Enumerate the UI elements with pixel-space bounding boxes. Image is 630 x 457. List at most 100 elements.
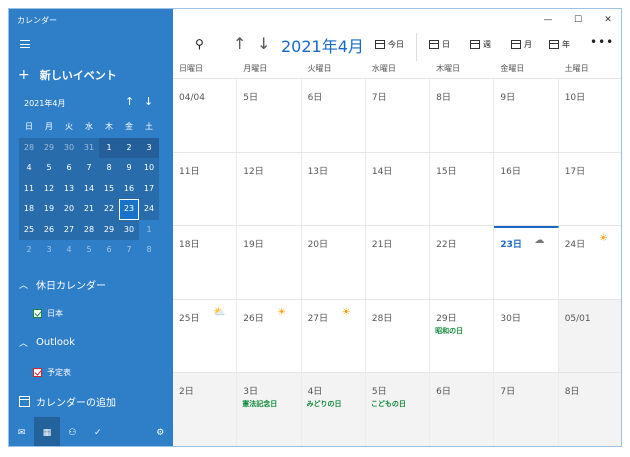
mini-day-cell[interactable]: 4 xyxy=(59,240,79,261)
mini-day-cell[interactable]: 29 xyxy=(99,219,119,240)
day-cell[interactable]: 29日 昭和の日 xyxy=(430,299,495,373)
mini-day-cell[interactable]: 2 xyxy=(119,137,139,158)
checkbox-checked-icon[interactable] xyxy=(33,309,42,318)
mini-day-cell[interactable]: 12 xyxy=(39,178,59,199)
day-cell[interactable]: 8日 xyxy=(430,79,495,152)
day-cell[interactable]: 30日 xyxy=(494,299,559,373)
day-cell[interactable]: 27日 ☀ xyxy=(302,299,366,373)
day-cell[interactable]: 7日 xyxy=(494,373,559,446)
mini-day-cell[interactable]: 18 xyxy=(19,199,39,220)
outlook-section[interactable]: ︿ Outlook xyxy=(19,336,75,349)
todo-icon[interactable]: ✓ xyxy=(85,417,110,446)
day-cell[interactable]: 16日 xyxy=(494,152,559,226)
holiday-event[interactable]: みどりの日 xyxy=(307,399,342,409)
mini-day-cell[interactable]: 9 xyxy=(119,158,139,179)
mini-day-cell[interactable]: 8 xyxy=(99,158,119,179)
day-cell[interactable]: 05/01 xyxy=(558,299,621,373)
day-cell[interactable]: 18日 xyxy=(173,226,238,299)
day-cell[interactable]: 9日 xyxy=(494,79,559,152)
add-calendar-button[interactable]: カレンダーの追加 xyxy=(19,394,116,409)
current-month-title[interactable]: 2021年4月 xyxy=(281,33,364,57)
settings-gear-icon[interactable]: ⚙ xyxy=(148,417,173,446)
day-cell[interactable]: 24日 ☀ xyxy=(559,226,621,299)
mini-day-cell[interactable]: 26 xyxy=(39,219,59,240)
day-cell[interactable]: 2日 xyxy=(173,373,238,446)
mini-day-cell[interactable]: 20 xyxy=(59,199,79,220)
day-cell[interactable]: 14日 xyxy=(366,152,431,226)
mini-day-cell[interactable]: 7 xyxy=(79,158,99,179)
mini-day-cell[interactable]: 4 xyxy=(19,158,39,179)
maximize-button[interactable]: ☐ xyxy=(563,9,593,31)
mini-day-cell[interactable]: 25 xyxy=(19,219,39,240)
day-cell[interactable]: 5日 xyxy=(237,79,302,152)
holiday-calendar-section[interactable]: ︿ 休日カレンダー xyxy=(19,277,106,292)
day-cell[interactable]: 10日 xyxy=(559,79,621,152)
search-icon[interactable]: ⚲ xyxy=(195,37,204,51)
day-cell[interactable]: 7日 xyxy=(366,79,431,152)
mini-day-cell[interactable]: 1 xyxy=(99,137,119,158)
mini-day-cell[interactable]: 22 xyxy=(99,199,119,220)
holiday-event[interactable]: こどもの日 xyxy=(371,399,406,409)
day-cell[interactable]: 22日 xyxy=(430,226,495,299)
day-view-button[interactable]: 日 xyxy=(429,39,450,50)
day-cell[interactable]: 8日 xyxy=(558,373,621,446)
mini-prev-arrow-icon[interactable]: ↑ xyxy=(125,95,134,108)
day-cell[interactable]: 20日 xyxy=(302,226,366,299)
mini-day-cell[interactable]: 15 xyxy=(99,178,119,199)
mini-day-cell[interactable]: 11 xyxy=(19,178,39,199)
holiday-event[interactable]: 昭和の日 xyxy=(435,326,463,336)
day-cell[interactable]: 28日 xyxy=(366,299,431,373)
day-cell[interactable]: 15日 xyxy=(430,152,495,226)
mini-day-cell[interactable]: 16 xyxy=(119,178,139,199)
mini-day-cell[interactable]: 14 xyxy=(79,178,99,199)
mini-day-cell[interactable]: 19 xyxy=(39,199,59,220)
day-cell[interactable]: 25日 ⛅ xyxy=(173,299,238,373)
year-view-button[interactable]: 年 xyxy=(549,39,570,50)
hamburger-menu-icon[interactable] xyxy=(20,40,30,48)
day-cell[interactable]: 11日 xyxy=(173,152,238,226)
mini-day-cell[interactable]: 1 xyxy=(139,220,159,241)
people-icon[interactable]: ⚇ xyxy=(60,417,85,446)
month-view-button[interactable]: 月 xyxy=(511,39,532,50)
week-view-button[interactable]: 週 xyxy=(470,39,491,50)
mini-day-cell[interactable]: 13 xyxy=(59,178,79,199)
checkbox-checked-icon[interactable] xyxy=(33,368,42,377)
mini-day-cell[interactable]: 8 xyxy=(139,240,159,261)
day-cell[interactable]: 4日 みどりの日 xyxy=(301,373,366,446)
day-cell[interactable]: 12日 xyxy=(237,152,302,226)
mini-day-cell[interactable]: 27 xyxy=(59,219,79,240)
day-cell[interactable]: 17日 xyxy=(559,153,621,226)
day-cell-today[interactable]: 23日 ☁ xyxy=(494,226,559,299)
mini-day-cell[interactable]: 21 xyxy=(79,199,99,220)
day-cell[interactable]: 3日 憲法記念日 xyxy=(237,373,302,446)
day-cell[interactable]: 5日 こどもの日 xyxy=(365,373,431,446)
today-button[interactable]: 今日 xyxy=(375,39,404,50)
mini-day-cell[interactable]: 30 xyxy=(59,137,79,158)
previous-month-arrow-icon[interactable]: ↑ xyxy=(233,34,246,53)
next-month-arrow-icon[interactable]: ↓ xyxy=(257,34,270,53)
mini-day-cell[interactable]: 30 xyxy=(119,219,139,240)
day-cell[interactable]: 26日 ☀ xyxy=(237,299,302,373)
mini-day-cell[interactable]: 3 xyxy=(39,240,59,261)
mini-calendar-month[interactable]: 2021年4月 xyxy=(24,98,65,109)
mini-day-cell[interactable]: 31 xyxy=(79,137,99,158)
minimize-button[interactable]: — xyxy=(533,9,563,31)
day-cell[interactable]: 04/04 xyxy=(173,79,238,152)
mini-day-cell[interactable]: 5 xyxy=(79,240,99,261)
day-cell[interactable]: 6日 xyxy=(430,373,495,446)
day-cell[interactable]: 13日 xyxy=(302,152,366,226)
mini-day-cell[interactable]: 3 xyxy=(139,137,159,158)
mini-day-cell[interactable]: 23 xyxy=(119,199,139,220)
mini-day-cell[interactable]: 6 xyxy=(99,240,119,261)
mini-day-cell[interactable]: 28 xyxy=(79,219,99,240)
mini-day-cell[interactable]: 6 xyxy=(59,158,79,179)
close-button[interactable]: ✕ xyxy=(593,9,621,31)
outlook-calendar-item[interactable]: 予定表 xyxy=(33,367,71,378)
mini-day-cell[interactable]: 24 xyxy=(139,199,159,220)
day-cell[interactable]: 21日 xyxy=(366,226,431,299)
mini-day-cell[interactable]: 17 xyxy=(139,178,159,199)
holiday-event[interactable]: 憲法記念日 xyxy=(242,399,277,409)
mini-day-cell[interactable]: 29 xyxy=(39,137,59,158)
new-event-button[interactable]: + 新しいイベント xyxy=(18,67,117,83)
mini-day-cell[interactable]: 2 xyxy=(19,240,39,261)
